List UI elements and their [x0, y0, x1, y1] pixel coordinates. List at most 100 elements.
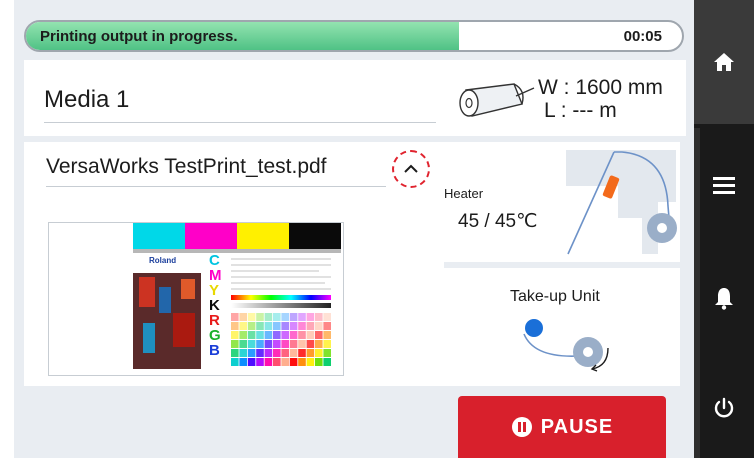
preview-swatch	[256, 322, 264, 330]
media-name-underline	[44, 122, 436, 123]
sidebar	[694, 0, 754, 458]
preview-swatch	[264, 340, 273, 348]
preview-swatch	[289, 322, 298, 330]
heater-diagram-icon	[566, 150, 677, 255]
menu-icon	[713, 177, 735, 194]
pause-icon	[511, 417, 532, 437]
preview-swatch	[239, 340, 247, 348]
takeup-label: Take-up Unit	[510, 288, 600, 305]
preview-swatch	[323, 331, 331, 339]
preview-swatch	[315, 313, 323, 321]
preview-swatch	[231, 313, 239, 321]
preview-swatch	[289, 331, 298, 339]
preview-swatch	[264, 331, 273, 339]
preview-swatch	[281, 340, 289, 348]
preview-swatch	[256, 340, 264, 348]
preview-swatch	[247, 340, 256, 348]
preview-swatch	[256, 358, 264, 366]
preview-swatch	[306, 349, 315, 357]
preview-swatch	[289, 340, 298, 348]
sidebar-menu-button[interactable]	[694, 160, 754, 210]
takeup-diagram-icon	[523, 319, 609, 372]
preview-swatch	[247, 331, 256, 339]
preview-swatch	[315, 322, 323, 330]
heater-value: 45 / 45℃	[458, 211, 538, 232]
preview-swatch	[231, 349, 239, 357]
preview-swatch	[264, 313, 273, 321]
preview-swatch	[247, 322, 256, 330]
status-progress-bar: Printing output in progress. 00:05	[24, 20, 684, 52]
preview-swatch	[315, 340, 323, 348]
status-message: Printing output in progress.	[40, 28, 238, 45]
collapse-button[interactable]	[392, 150, 430, 188]
home-icon	[714, 53, 734, 71]
bell-icon	[715, 288, 733, 310]
preview-swatch	[298, 358, 306, 366]
preview-swatch	[298, 349, 306, 357]
job-name-underline	[46, 186, 386, 187]
preview-swatch	[256, 331, 264, 339]
media-card[interactable]: Media 1 W : 1600 mm L : --- m	[24, 60, 686, 136]
preview-swatch	[306, 358, 315, 366]
media-width: W : 1600 mm	[538, 76, 663, 99]
preview-swatch	[239, 331, 247, 339]
media-roll-icon	[456, 82, 536, 127]
preview-swatch	[247, 358, 256, 366]
sidebar-notification-button[interactable]	[694, 270, 754, 326]
printer-screen: Printing output in progress. 00:05 Media…	[14, 0, 694, 458]
preview-swatch	[289, 358, 298, 366]
preview-swatch	[256, 349, 264, 357]
preview-swatch	[239, 322, 247, 330]
preview-swatch	[239, 358, 247, 366]
preview-swatch	[273, 331, 281, 339]
sidebar-home-button[interactable]	[694, 0, 754, 124]
pause-label: PAUSE	[540, 415, 614, 438]
takeup-unit-card[interactable]: Take-up Unit	[438, 268, 680, 386]
preview-swatch	[306, 313, 315, 321]
preview-swatch	[315, 331, 323, 339]
elapsed-time: 00:05	[623, 28, 662, 45]
pause-button[interactable]: PAUSE	[458, 396, 666, 458]
preview-swatch	[289, 313, 298, 321]
media-dimensions: W : 1600 mm L : --- m	[538, 76, 663, 122]
preview-swatch	[281, 313, 289, 321]
preview-swatch	[273, 358, 281, 366]
preview-swatch	[239, 313, 247, 321]
chevron-up-icon	[404, 164, 418, 173]
preview-swatch	[231, 358, 239, 366]
heater-label: Heater	[444, 186, 484, 201]
preview-swatch	[298, 331, 306, 339]
sidebar-power-button[interactable]	[694, 380, 754, 436]
preview-swatch	[298, 322, 306, 330]
preview-swatch	[298, 313, 306, 321]
heater-card[interactable]: Heater 45 / 45℃	[438, 142, 680, 262]
preview-swatch	[281, 349, 289, 357]
preview-swatch	[264, 322, 273, 330]
preview-swatch	[231, 331, 239, 339]
preview-swatch	[281, 322, 289, 330]
test-print-image: Roland C M Y K R G B	[133, 223, 341, 369]
preview-swatch	[264, 358, 273, 366]
preview-letters: C M Y K R G B	[209, 252, 222, 359]
preview-swatch	[273, 322, 281, 330]
job-card: VersaWorks TestPrint_test.pdf Roland C M…	[24, 142, 444, 386]
preview-swatch	[323, 322, 331, 330]
power-icon	[714, 397, 734, 418]
print-preview: Roland C M Y K R G B	[48, 222, 344, 376]
preview-swatch	[273, 313, 281, 321]
preview-swatch	[231, 322, 239, 330]
preview-swatch	[256, 313, 264, 321]
preview-swatch	[315, 358, 323, 366]
preview-swatch	[231, 340, 239, 348]
preview-swatch	[273, 340, 281, 348]
preview-swatch	[247, 349, 256, 357]
media-length: L : --- m	[544, 99, 617, 122]
preview-brand-text: Roland	[149, 256, 176, 265]
preview-swatch	[306, 331, 315, 339]
svg-text:B: B	[209, 342, 220, 359]
preview-swatch	[264, 349, 273, 357]
media-name: Media 1	[44, 86, 130, 113]
preview-swatch	[323, 349, 331, 357]
preview-swatch	[306, 322, 315, 330]
preview-swatch	[323, 340, 331, 348]
